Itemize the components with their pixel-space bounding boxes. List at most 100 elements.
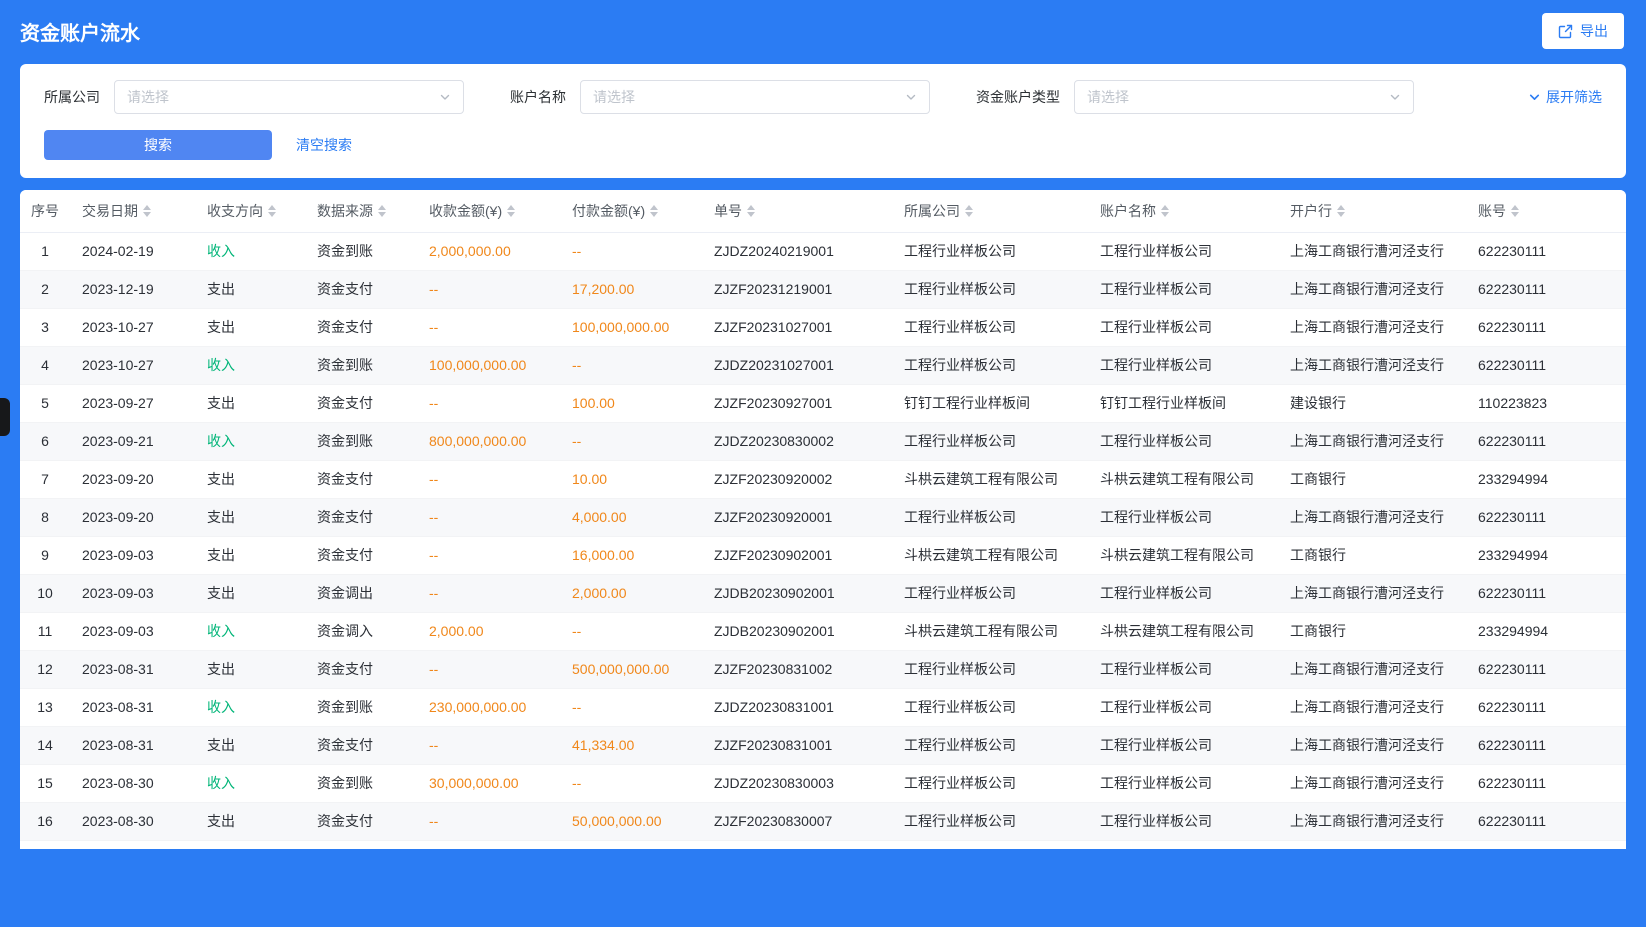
sort-icon[interactable] [747,205,755,217]
cell-bank: 工商银行 [1278,612,1466,650]
cell-account: 工程行业样板公司 [1088,840,1278,849]
cell-company: 工程行业样板公司 [892,498,1088,536]
column-header-label: 数据来源 [317,203,373,219]
table-row: 22023-12-19支出资金支付--17,200.00ZJZF20231219… [20,270,1626,308]
table-row: 42023-10-27收入资金到账100,000,000.00--ZJDZ202… [20,346,1626,384]
cell-company: 工程行业样板公司 [892,574,1088,612]
cell-receipt: 100,000,000.00 [417,346,560,384]
column-header[interactable]: 账号 [1466,190,1626,232]
sort-icon[interactable] [1161,205,1169,217]
side-drawer-handle[interactable] [0,398,10,436]
search-button[interactable]: 搜索 [44,130,272,160]
column-header[interactable]: 交易日期 [70,190,195,232]
table-card: 序号交易日期收支方向数据来源 收款金额(¥) 付款金额(¥) 单号 所属公司账户名称 开户… [20,190,1626,849]
column-header-label: 账户名称 [1100,203,1156,219]
cell-company: 工程行业样板公司 [892,346,1088,384]
cell-bank: 上海工商银行漕河泾支行 [1278,764,1466,802]
cell-order: ZJDZ20230830003 [702,764,892,802]
cell-receipt: -- [417,650,560,688]
table-row: 92023-09-03支出资金支付--16,000.00ZJZF20230902… [20,536,1626,574]
table-row: 62023-09-21收入资金到账800,000,000.00--ZJDZ202… [20,422,1626,460]
cell-order: ZJDZ20230830002 [702,422,892,460]
cell-no: 11 [20,612,70,650]
chevron-down-icon [439,91,451,103]
chevron-down-icon [1389,91,1401,103]
account-name-select-placeholder: 请选择 [593,87,635,107]
cell-no: 9 [20,536,70,574]
cell-direction: 支出 [195,270,305,308]
column-header: 序号 [20,190,70,232]
cell-account_no: 622230111 [1466,308,1626,346]
cell-company: 工程行业样板公司 [892,650,1088,688]
column-header[interactable]: 收款金额(¥) [417,190,560,232]
account-name-select[interactable]: 请选择 [580,80,930,114]
cell-order: ZJZF20230920001 [702,498,892,536]
cell-direction: 支出 [195,726,305,764]
sort-icon[interactable] [378,205,386,217]
cell-payment: -- [560,612,702,650]
cell-payment: 50,000,000.00 [560,802,702,840]
cell-company: 工程行业样板公司 [892,308,1088,346]
account-name-filter-label: 账户名称 [510,87,566,107]
cell-payment: 100,000,000.00 [560,308,702,346]
cell-date: 2023-09-03 [70,612,195,650]
sort-icon[interactable] [507,205,515,217]
cell-payment: 10.00 [560,460,702,498]
company-select[interactable]: 请选择 [114,80,464,114]
column-header[interactable]: 付款金额(¥) [560,190,702,232]
sort-icon[interactable] [650,205,658,217]
cell-account: 工程行业样板公司 [1088,498,1278,536]
cell-company: 斗栱云建筑工程有限公司 [892,536,1088,574]
account-type-select[interactable]: 请选择 [1074,80,1414,114]
cell-no: 16 [20,802,70,840]
cell-account: 斗栱云建筑工程有限公司 [1088,536,1278,574]
cell-date: 2023-09-21 [70,422,195,460]
cell-account_no: 622230111 [1466,764,1626,802]
cell-order: ZJZF20230902001 [702,536,892,574]
account-type-filter-label: 资金账户类型 [976,87,1060,107]
sort-icon[interactable] [1511,205,1519,217]
column-header[interactable]: 开户行 [1278,190,1466,232]
column-header[interactable]: 所属公司 [892,190,1088,232]
cell-date: 2024-02-19 [70,232,195,270]
filter-item-company: 所属公司 请选择 [44,80,464,114]
column-header-label: 付款金额(¥) [572,203,645,219]
cell-bank: 建设银行 [1278,384,1466,422]
cell-no: 14 [20,726,70,764]
sort-icon[interactable] [268,205,276,217]
export-button[interactable]: 导出 [1542,13,1624,49]
sort-icon[interactable] [143,205,151,217]
column-header-label: 单号 [714,203,742,219]
cell-order: ZJDZ20230831001 [702,688,892,726]
column-header[interactable]: 账户名称 [1088,190,1278,232]
column-header[interactable]: 数据来源 [305,190,417,232]
cell-source: 资金支付 [305,802,417,840]
expand-filter-link[interactable]: 展开筛选 [1528,87,1602,107]
export-icon [1558,24,1573,39]
cell-bank: 上海工商银行漕河泾支行 [1278,308,1466,346]
sort-icon[interactable] [965,205,973,217]
column-header[interactable]: 单号 [702,190,892,232]
table-row: 172023-08-30支出资金支付--3,300.00ZJZF20230830… [20,840,1626,849]
column-header[interactable]: 收支方向 [195,190,305,232]
cell-direction: 收入 [195,688,305,726]
cell-order: ZJZF20230831001 [702,726,892,764]
cell-account: 工程行业样板公司 [1088,346,1278,384]
cell-source: 资金到账 [305,422,417,460]
column-header-label: 序号 [31,203,59,219]
cell-source: 资金支付 [305,308,417,346]
cell-bank: 上海工商银行漕河泾支行 [1278,650,1466,688]
cell-account: 工程行业样板公司 [1088,688,1278,726]
chevron-down-icon [905,91,917,103]
cell-date: 2023-08-30 [70,764,195,802]
cell-order: ZJZF20230920002 [702,460,892,498]
cell-account_no: 110223823 [1466,384,1626,422]
cell-account: 工程行业样板公司 [1088,232,1278,270]
cell-account_no: 622230111 [1466,422,1626,460]
table-row: 152023-08-30收入资金到账30,000,000.00--ZJDZ202… [20,764,1626,802]
cell-direction: 支出 [195,574,305,612]
clear-search-link[interactable]: 清空搜索 [296,135,352,155]
title-bar: 资金账户流水 导出 [0,0,1646,62]
sort-icon[interactable] [1337,205,1345,217]
cell-no: 3 [20,308,70,346]
